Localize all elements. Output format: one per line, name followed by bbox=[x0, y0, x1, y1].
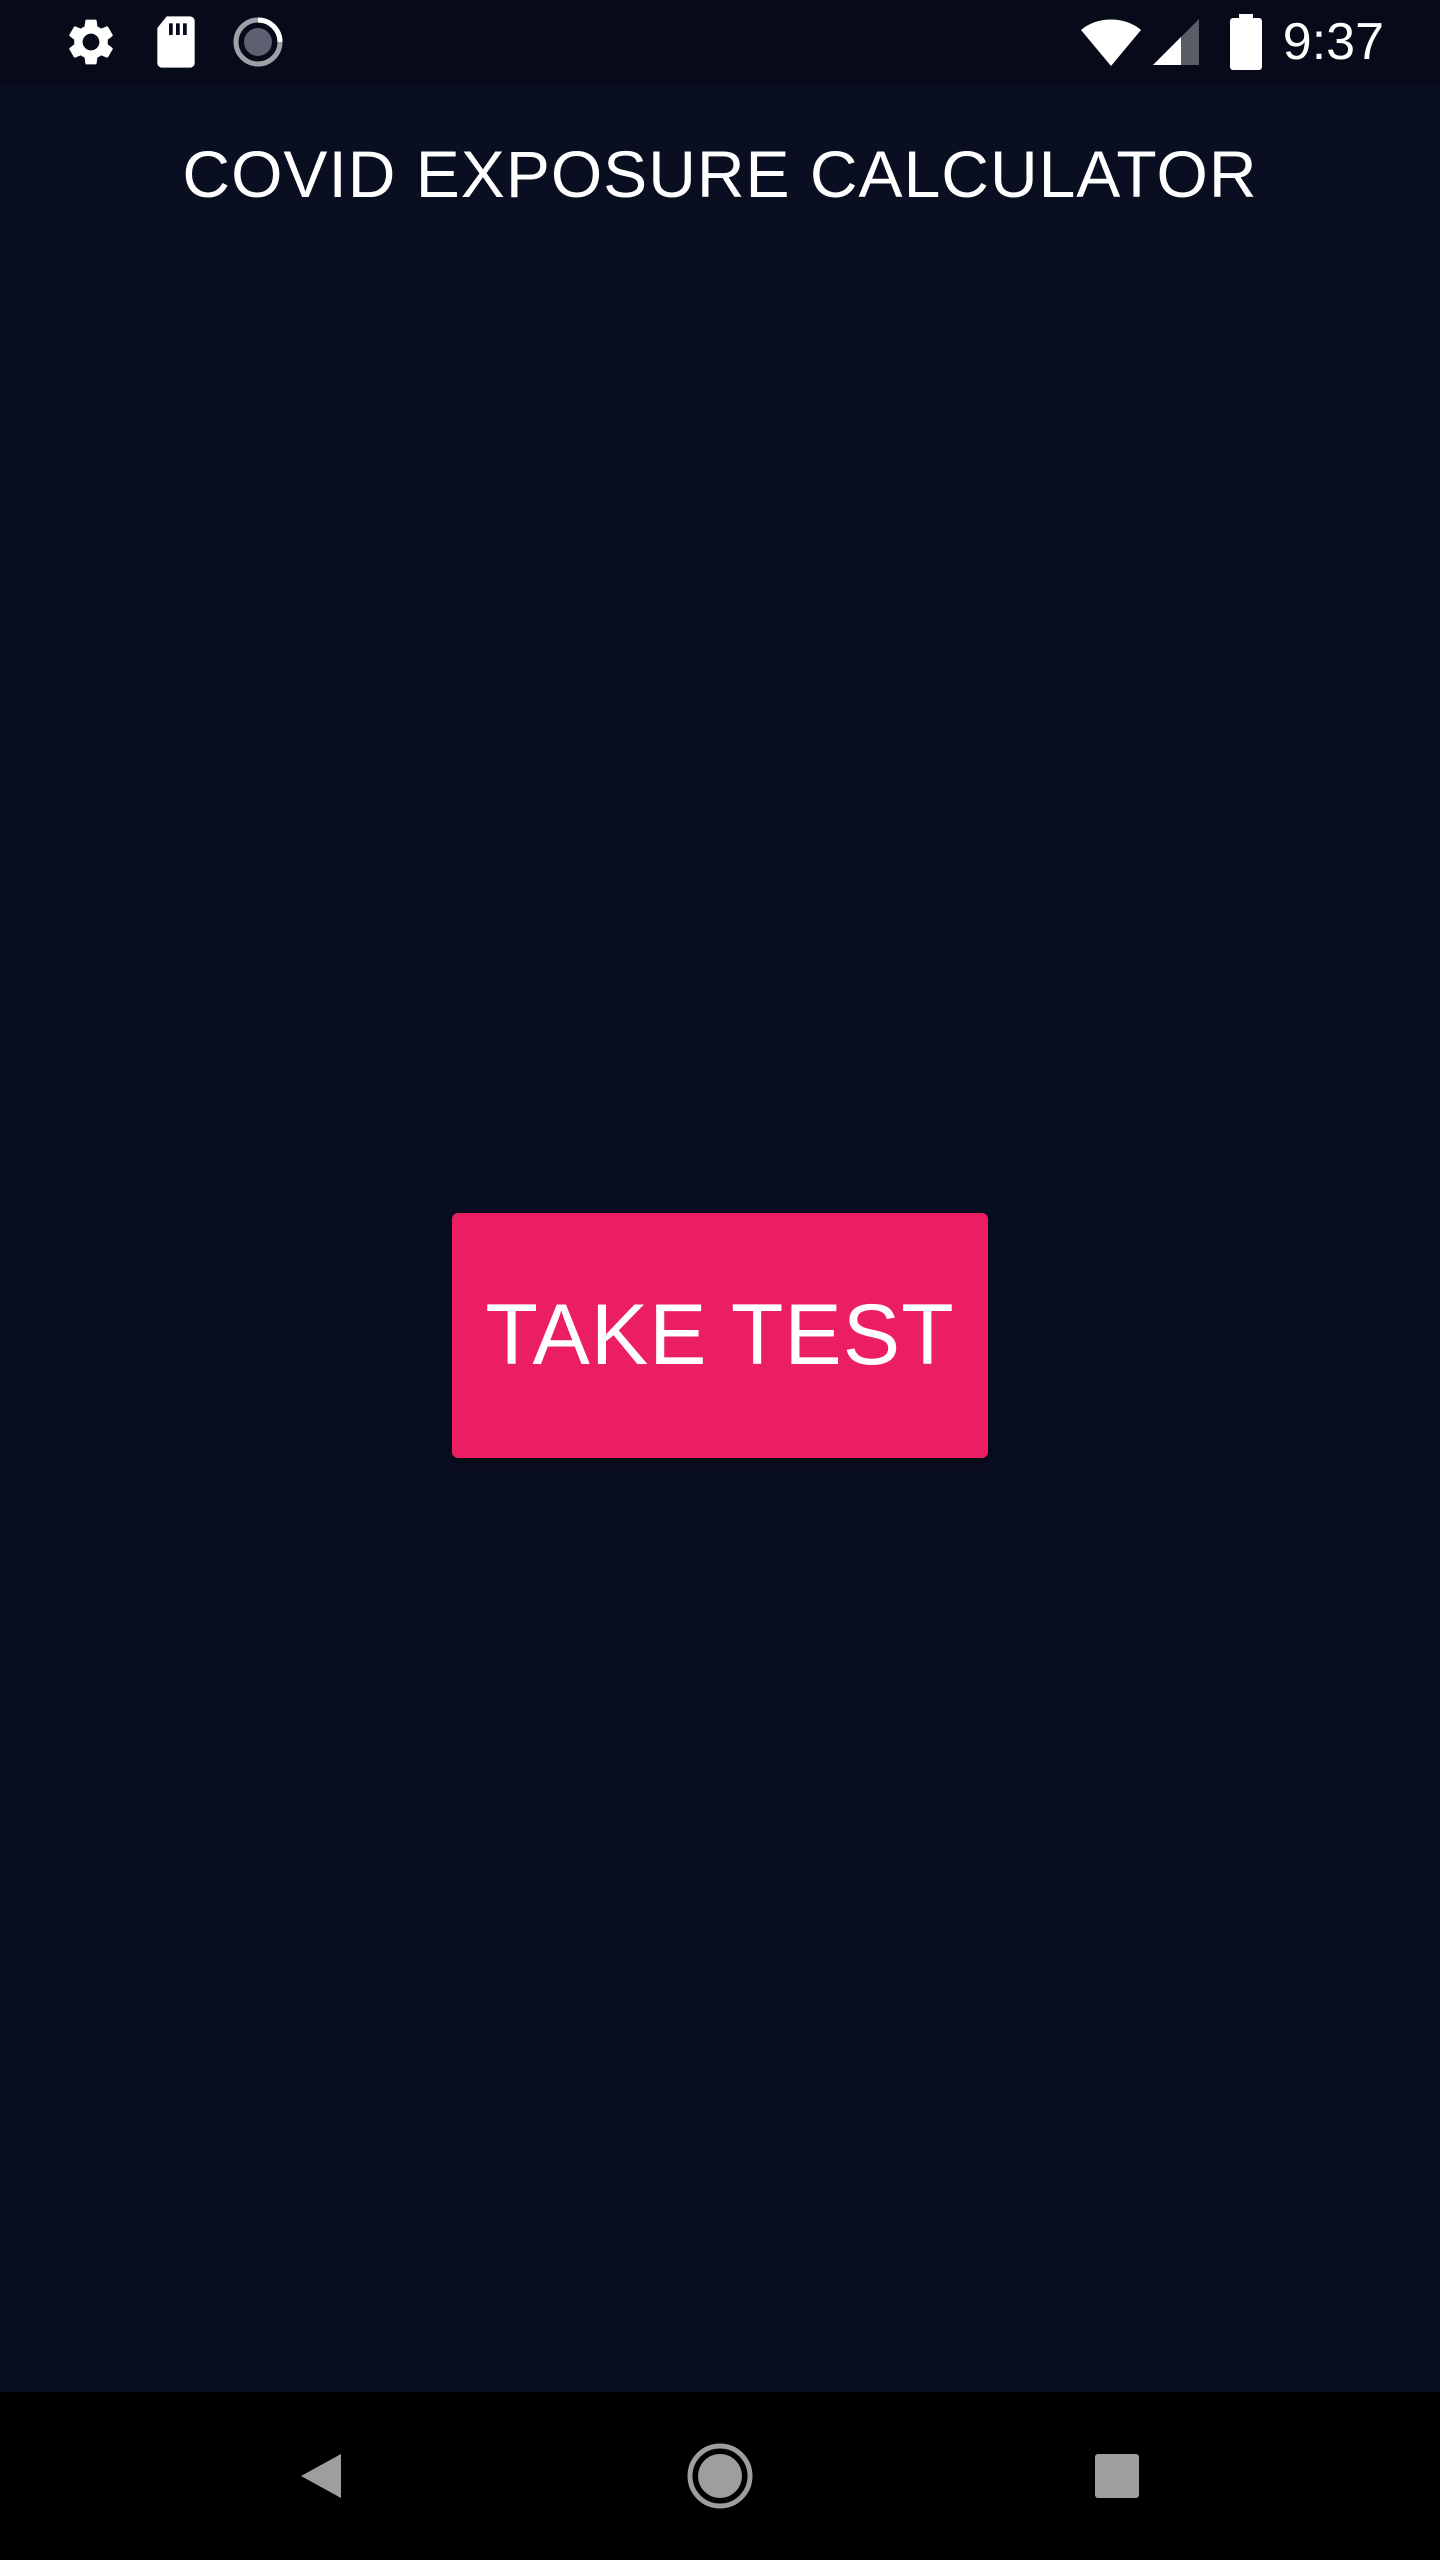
main-content: TAKE TEST bbox=[0, 284, 1440, 2392]
status-time: 9:37 bbox=[1282, 13, 1384, 71]
back-icon[interactable] bbox=[241, 2392, 401, 2560]
app-bar: COVID EXPOSURE CALCULATOR bbox=[0, 84, 1440, 284]
recents-icon[interactable] bbox=[1037, 2392, 1197, 2560]
wifi-icon bbox=[1078, 0, 1144, 84]
cell-signal-icon bbox=[1150, 0, 1202, 84]
status-bar: 9:37 bbox=[0, 0, 1440, 84]
page-title: COVID EXPOSURE CALCULATOR bbox=[182, 137, 1258, 211]
take-test-button[interactable]: TAKE TEST bbox=[452, 1213, 988, 1458]
loading-icon bbox=[228, 0, 288, 84]
gear-icon bbox=[60, 0, 122, 84]
sd-card-icon bbox=[148, 0, 204, 84]
home-icon[interactable] bbox=[640, 2392, 800, 2560]
battery-icon bbox=[1226, 0, 1266, 84]
navigation-bar bbox=[0, 2392, 1440, 2560]
